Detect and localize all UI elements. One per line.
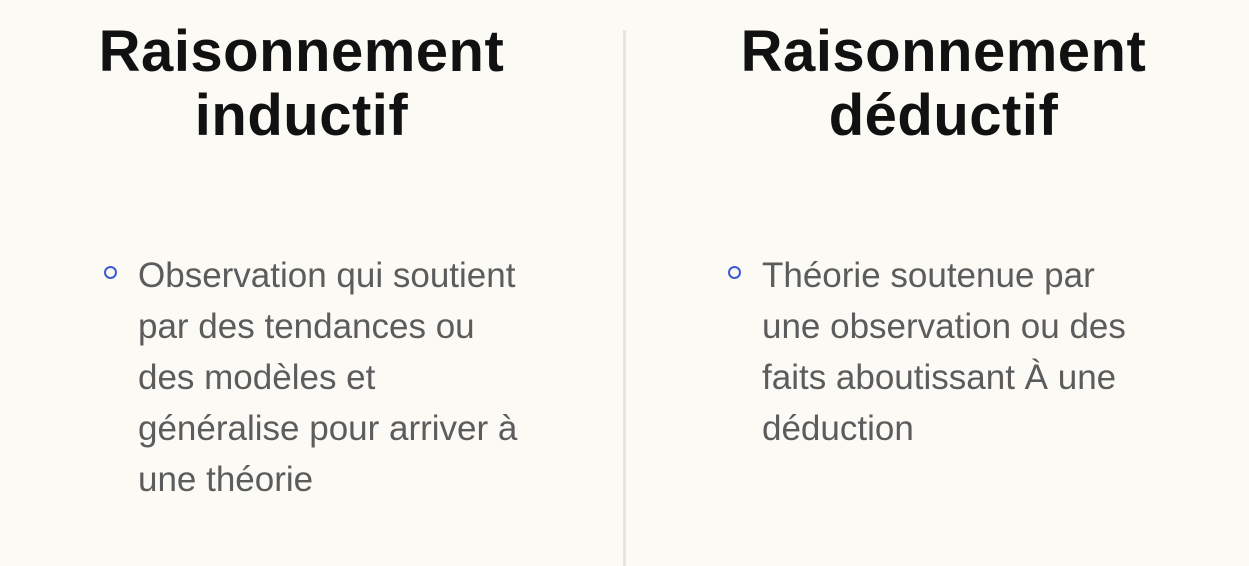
inductive-bullet-item: Observation qui soutient par des tendanc…	[104, 250, 604, 505]
deductive-bullet-line: une observation ou des	[762, 307, 1126, 346]
hollow-circle-bullet-icon	[104, 266, 117, 279]
slide: Raisonnement inductif Observation qui so…	[0, 0, 1249, 566]
inductive-bullet-line: par des tendances ou	[138, 307, 475, 346]
hollow-circle-bullet-icon	[728, 266, 741, 279]
deductive-bullet-line: Théorie soutenue par	[762, 256, 1095, 295]
inductive-bullet-line: généralise pour arriver à	[138, 409, 518, 448]
deductive-bullet-line: faits aboutissant À une	[762, 358, 1117, 397]
inductive-column: Raisonnement inductif Observation qui so…	[0, 0, 623, 566]
inductive-bullet-line: des modèles et	[138, 358, 376, 397]
deductive-heading-line1: Raisonnement	[740, 19, 1147, 84]
inductive-bullet-line: Observation qui soutient	[138, 256, 516, 295]
inductive-heading-line1: Raisonnement	[98, 19, 505, 84]
deductive-heading: Raisonnement déductif	[632, 20, 1249, 148]
inductive-bullet-line: une théorie	[138, 460, 314, 499]
deductive-column: Raisonnement déductif Théorie soutenue p…	[626, 0, 1249, 566]
inductive-bullet-text: Observation qui soutient par des tendanc…	[138, 250, 517, 505]
inductive-heading: Raisonnement inductif	[0, 20, 613, 148]
deductive-heading-line2: déductif	[828, 83, 1059, 148]
deductive-bullet-item: Théorie soutenue par une observation ou …	[728, 250, 1228, 454]
deductive-bullet-line: déduction	[762, 409, 914, 448]
inductive-heading-line2: inductif	[194, 83, 409, 148]
deductive-bullet-text: Théorie soutenue par une observation ou …	[762, 250, 1126, 454]
